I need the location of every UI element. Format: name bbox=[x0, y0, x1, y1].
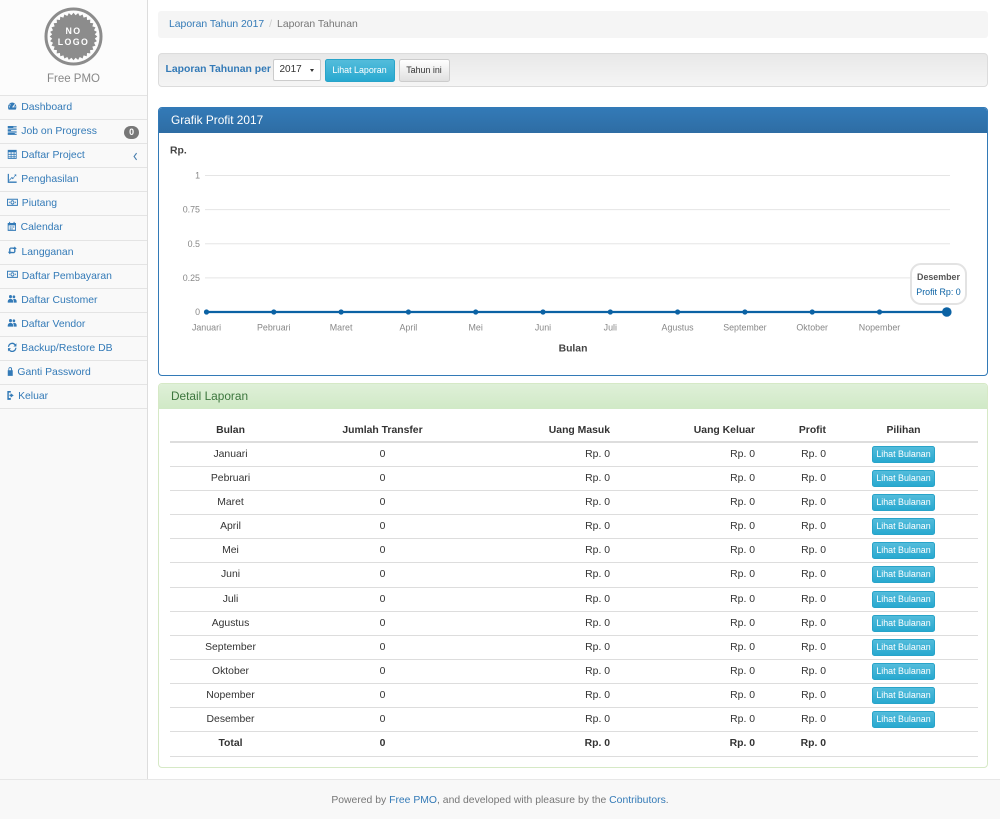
svg-text:Juli: Juli bbox=[604, 323, 617, 333]
svg-text:Maret: Maret bbox=[330, 323, 353, 333]
svg-text:Juni: Juni bbox=[535, 323, 551, 333]
svg-text:NO: NO bbox=[66, 26, 82, 36]
svg-text:Rp.: Rp. bbox=[170, 146, 187, 157]
svg-text:0.5: 0.5 bbox=[188, 239, 200, 249]
svg-text:0.75: 0.75 bbox=[183, 205, 200, 215]
svg-text:Mei: Mei bbox=[469, 323, 483, 333]
svg-text:Bulan: Bulan bbox=[559, 344, 588, 355]
svg-text:September: September bbox=[723, 323, 766, 333]
svg-text:0.25: 0.25 bbox=[183, 273, 200, 283]
svg-text:Desember: Desember bbox=[917, 272, 960, 282]
svg-text:1: 1 bbox=[195, 171, 200, 181]
svg-text:Profit Rp: 0: Profit Rp: 0 bbox=[916, 287, 960, 297]
svg-text:Januari: Januari bbox=[192, 323, 221, 333]
svg-text:Nopember: Nopember bbox=[859, 323, 900, 333]
svg-text:April: April bbox=[400, 323, 418, 333]
svg-text:Pebruari: Pebruari bbox=[257, 323, 291, 333]
svg-text:Agustus: Agustus bbox=[662, 323, 695, 333]
svg-text:LOGO: LOGO bbox=[58, 37, 90, 47]
svg-text:Oktober: Oktober bbox=[796, 323, 828, 333]
svg-text:0: 0 bbox=[195, 307, 200, 317]
